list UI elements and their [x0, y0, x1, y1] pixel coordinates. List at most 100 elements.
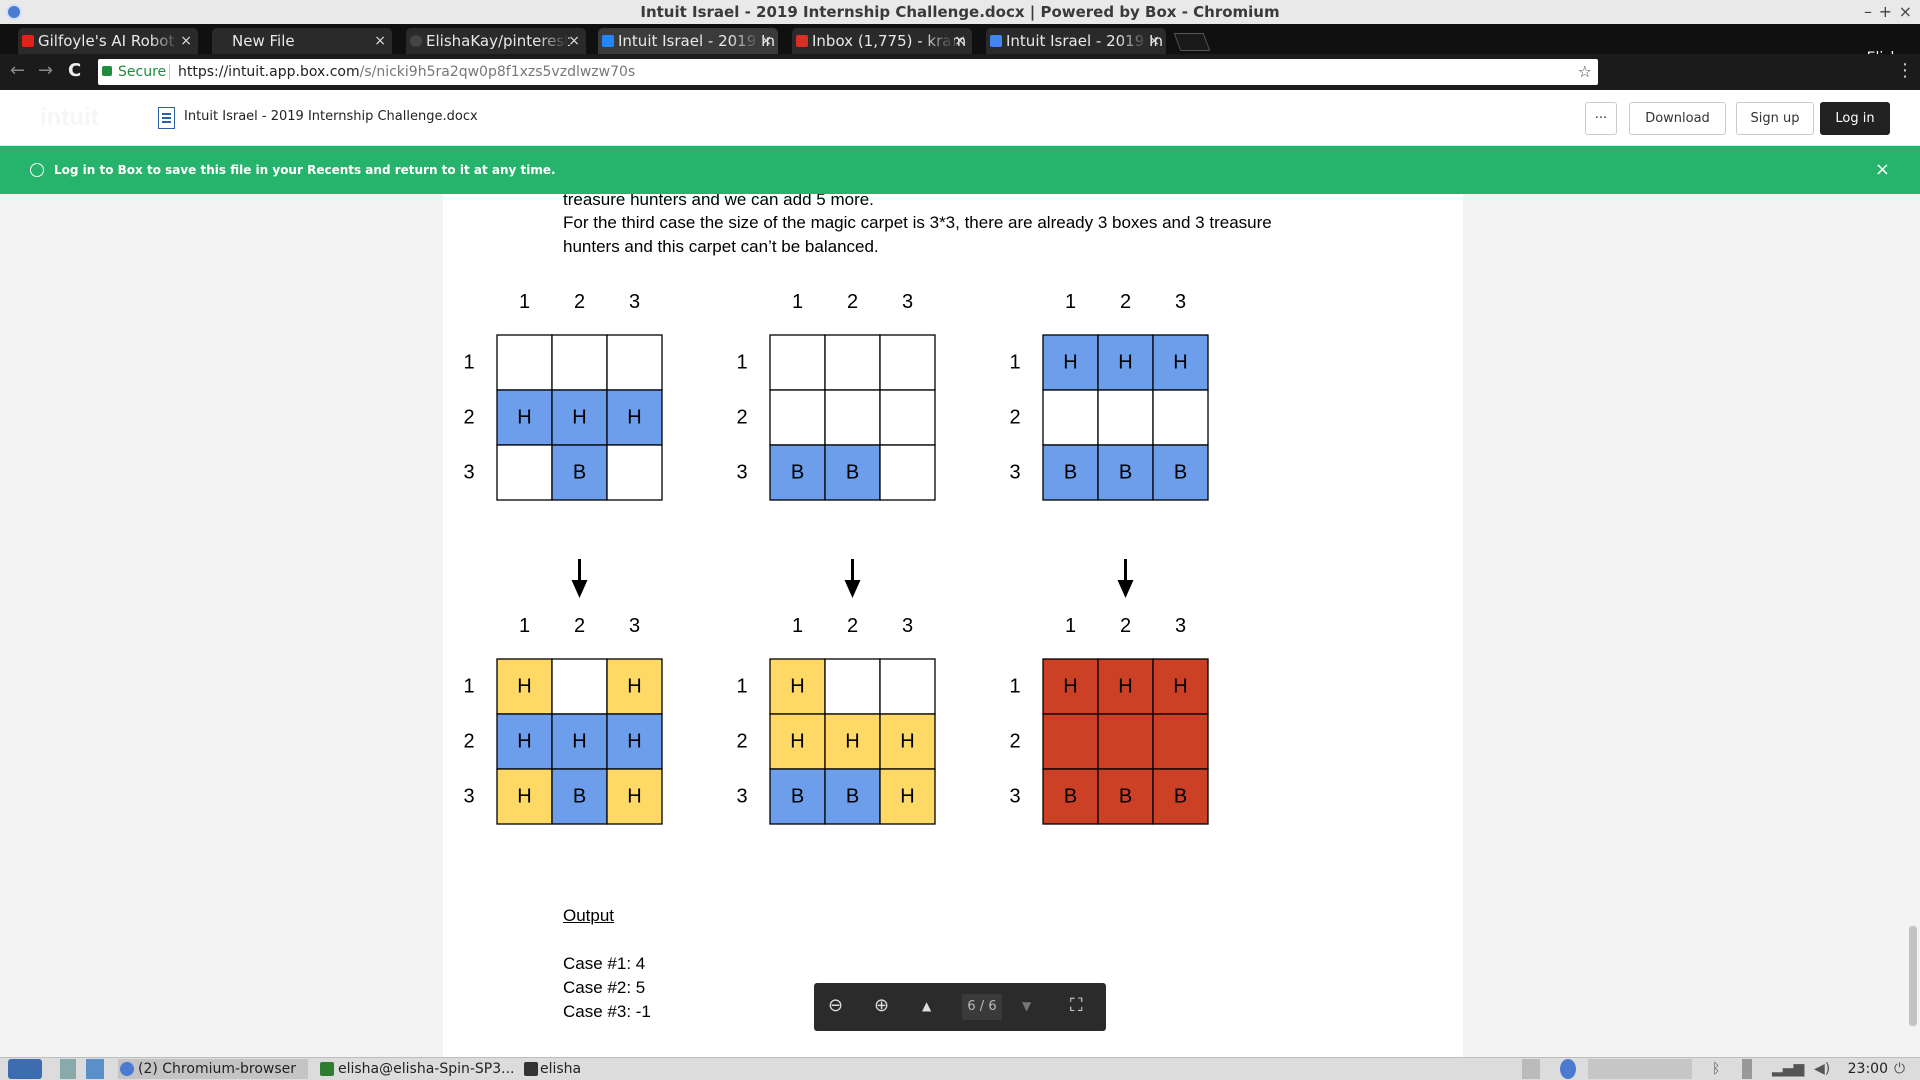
cell-label: B — [791, 786, 804, 808]
tab-new-file[interactable]: New File × — [212, 28, 392, 54]
tray-icon[interactable] — [1522, 1059, 1540, 1079]
cell-label: B — [846, 462, 859, 484]
tab-github[interactable]: ElishaKay/pinterest × — [406, 28, 586, 54]
url-text: https://intuit.app.box.com/s/nicki9h5ra2… — [178, 64, 636, 80]
bluetooth-icon[interactable]: ᛒ — [1712, 1059, 1722, 1079]
menu-icon[interactable]: ⋮ — [1896, 60, 1914, 81]
clock: 23:00 — [1847, 1061, 1888, 1077]
taskbar-chromium[interactable]: (2) Chromium-browser — [118, 1059, 308, 1079]
grid-cell — [1097, 389, 1154, 446]
cell-label: H — [900, 731, 914, 753]
cell-label: H — [627, 731, 641, 753]
power-icon[interactable]: ⏻ — [1894, 1059, 1910, 1079]
log-in-button[interactable]: Log in — [1820, 102, 1890, 135]
row-label: 1 — [736, 352, 747, 374]
new-tab-button[interactable] — [1173, 33, 1211, 51]
tab-intuit-doc[interactable]: Intuit Israel - 2019 In × — [986, 28, 1166, 54]
taskbar-terminal[interactable]: elisha@elisha-Spin-SP3... — [318, 1059, 515, 1079]
taskbar-folder[interactable]: elisha — [522, 1059, 592, 1079]
column-label: 3 — [902, 291, 913, 313]
forward-button[interactable]: → — [38, 60, 53, 81]
grid-cell — [879, 334, 936, 391]
bookmark-star-icon[interactable]: ☆ — [1578, 59, 1592, 85]
reload-button[interactable]: C — [68, 60, 81, 81]
tray-icon[interactable] — [1560, 1059, 1576, 1079]
cell-label: B — [1064, 786, 1077, 808]
row-label: 3 — [463, 786, 474, 808]
cell-label: H — [517, 731, 531, 753]
fullscreen-icon[interactable]: ⛶ — [1070, 995, 1083, 1016]
grid-cell — [1152, 389, 1209, 446]
sign-up-button[interactable]: Sign up — [1736, 102, 1814, 135]
grid-cell — [769, 389, 826, 446]
start-menu-icon[interactable] — [8, 1059, 42, 1079]
battery-icon[interactable] — [1742, 1059, 1752, 1079]
viewer-controls: ⊖ ⊕ ▲ 6 / 6 ▼ ⛶ — [814, 983, 1106, 1031]
back-button[interactable]: ← — [10, 60, 25, 81]
minimize-button[interactable]: – — [1864, 0, 1872, 24]
cell-label: H — [900, 786, 914, 808]
tab-gilfoyle[interactable]: Gilfoyle's AI Robot × — [18, 28, 198, 54]
gmail-icon — [796, 35, 808, 47]
grid-cell — [824, 334, 881, 391]
grid-cell — [606, 444, 663, 501]
row-label: 1 — [1009, 352, 1020, 374]
maximize-button[interactable]: + — [1879, 0, 1892, 24]
grid-cell — [1097, 713, 1154, 770]
tab-close-icon[interactable]: × — [954, 28, 966, 54]
grid-cell — [551, 658, 608, 715]
cell-label: B — [573, 462, 586, 484]
zoom-out-icon[interactable]: ⊖ — [828, 995, 843, 1016]
row-label: 2 — [736, 731, 747, 753]
previous-page-icon[interactable]: ▲ — [922, 999, 931, 1013]
cell-label: B — [1174, 786, 1187, 808]
tab-close-icon[interactable]: × — [374, 28, 386, 54]
next-page-icon[interactable]: ▼ — [1022, 999, 1031, 1013]
row-label: 1 — [1009, 676, 1020, 698]
cell-label: H — [517, 786, 531, 808]
row-label: 2 — [1009, 407, 1020, 429]
file-name: Intuit Israel - 2019 Internship Challeng… — [184, 109, 478, 124]
user-icon — [30, 163, 44, 177]
row-label: 2 — [1009, 731, 1020, 753]
close-window-button[interactable]: × — [1899, 0, 1912, 24]
network-icon[interactable]: ▂▄▆ — [1772, 1059, 1804, 1079]
tab-close-icon[interactable]: × — [760, 28, 772, 54]
file-manager-icon[interactable] — [86, 1059, 104, 1079]
page-indicator[interactable]: 6 / 6 — [962, 994, 1002, 1020]
box-icon — [602, 35, 614, 47]
show-desktop-icon[interactable] — [60, 1059, 76, 1079]
grid-cell — [879, 389, 936, 446]
case-result: Case #2: 5 — [563, 978, 646, 997]
document-viewer[interactable]: treasure hunters and we can add 5 more. … — [0, 194, 1920, 1057]
tab-intuit-box[interactable]: Intuit Israel - 2019 In × — [598, 28, 778, 54]
cell-label: H — [790, 676, 804, 698]
column-label: 1 — [792, 615, 803, 637]
more-options-button[interactable]: ··· — [1585, 102, 1617, 135]
tab-gmail-inbox[interactable]: Inbox (1,775) - kram × — [792, 28, 972, 54]
box-header: intuit Intuit Israel - 2019 Internship C… — [0, 90, 1920, 146]
viewer-scrollbar[interactable] — [1906, 194, 1920, 1057]
cell-label: H — [845, 731, 859, 753]
cell-label: H — [517, 407, 531, 429]
column-label: 3 — [1175, 615, 1186, 637]
row-label: 2 — [463, 731, 474, 753]
column-label: 2 — [574, 291, 585, 313]
column-label: 3 — [1175, 291, 1186, 313]
row-label: 3 — [736, 462, 747, 484]
down-arrow-head — [844, 580, 861, 598]
row-label: 3 — [736, 786, 747, 808]
cell-label: H — [1173, 352, 1187, 374]
browser-toolbar: ← → C Secure https://intuit.app.box.com/… — [0, 54, 1920, 133]
tab-close-icon[interactable]: × — [1148, 28, 1160, 54]
tab-close-icon[interactable]: × — [568, 28, 580, 54]
cell-label: B — [1064, 462, 1077, 484]
grid-cell — [1152, 713, 1209, 770]
banner-close-icon[interactable]: × — [1875, 146, 1890, 194]
row-label: 1 — [463, 676, 474, 698]
zoom-in-icon[interactable]: ⊕ — [874, 995, 889, 1016]
download-button[interactable]: Download — [1629, 102, 1726, 135]
tab-close-icon[interactable]: × — [180, 28, 192, 54]
volume-icon[interactable]: ◀) — [1814, 1059, 1834, 1079]
address-bar[interactable]: Secure https://intuit.app.box.com/s/nick… — [98, 59, 1598, 85]
